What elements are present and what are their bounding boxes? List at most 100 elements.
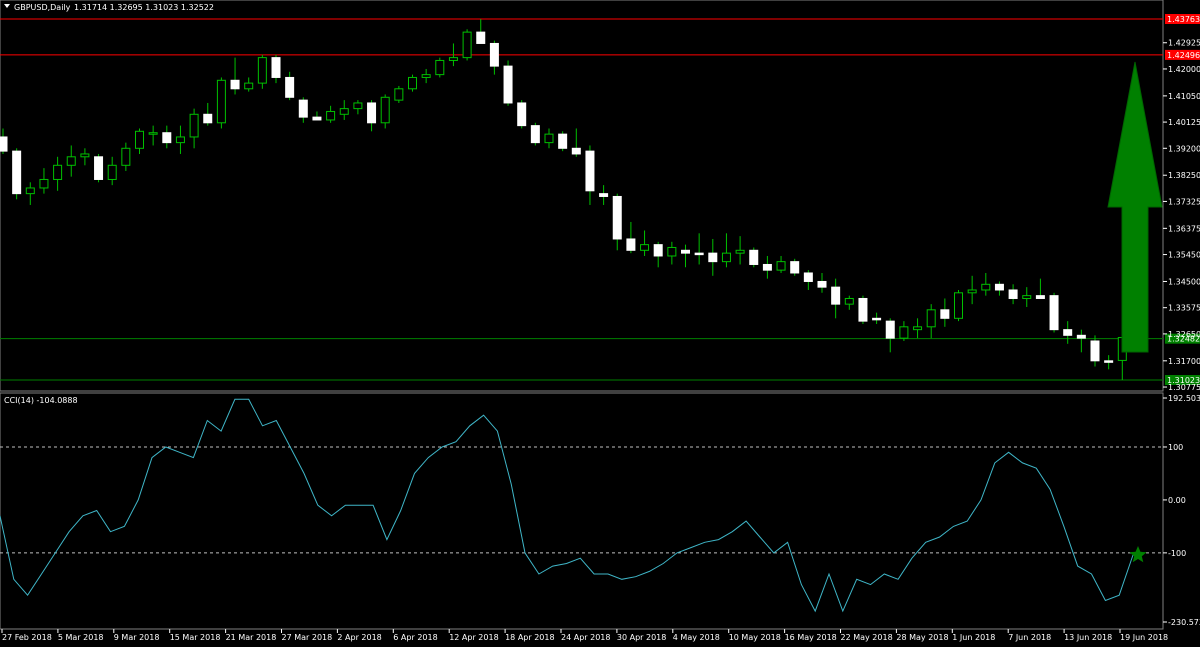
candle — [599, 185, 609, 205]
candle — [353, 100, 363, 115]
candle — [517, 100, 527, 129]
time-tick-label: 27 Feb 2018 — [2, 633, 52, 642]
candle-body — [858, 297, 868, 322]
candle — [872, 312, 882, 324]
candle-body — [530, 125, 540, 144]
candle — [1022, 287, 1032, 307]
time-tick-label: 12 Apr 2018 — [449, 633, 498, 642]
ohlc-label: 1.31714 1.32695 1.31023 1.32522 — [74, 3, 214, 12]
candle-body — [1035, 295, 1045, 299]
candle-body — [339, 108, 349, 115]
candle — [899, 321, 909, 341]
cci-tick-label: 100 — [1168, 443, 1183, 452]
candle-body — [107, 164, 117, 180]
candle — [721, 233, 731, 268]
time-tick-label: 4 May 2018 — [673, 633, 720, 642]
candle-body — [790, 261, 800, 274]
time-tick-label: 28 May 2018 — [896, 633, 948, 642]
candle — [476, 19, 486, 44]
candle-body — [421, 74, 431, 78]
candle — [380, 94, 390, 129]
candle-body — [749, 249, 759, 265]
candle — [858, 295, 868, 324]
candle — [1035, 278, 1045, 299]
candlestick-series — [0, 19, 1127, 380]
candle-body — [626, 238, 636, 251]
candle — [694, 233, 704, 265]
candle-body — [872, 317, 882, 321]
triangle-down-icon[interactable] — [4, 4, 10, 8]
price-tick-label: 1.41050 — [1168, 92, 1200, 101]
candle — [435, 57, 445, 78]
candle — [749, 247, 759, 268]
candle-body — [817, 280, 827, 288]
candle-body — [353, 102, 363, 110]
price-tick-label: 1.40125 — [1168, 118, 1200, 127]
candle — [981, 272, 991, 296]
candle-body — [326, 110, 336, 121]
price-tick-label: 1.42000 — [1168, 65, 1200, 74]
price-tick-label: 1.32650 — [1168, 330, 1200, 339]
candle-body — [476, 31, 486, 44]
candle-body — [380, 96, 390, 124]
candle-body — [544, 133, 554, 144]
candle-body — [121, 147, 131, 166]
candle-body — [148, 132, 158, 135]
candle — [394, 85, 404, 103]
candle — [708, 238, 718, 276]
candle-body — [189, 113, 199, 138]
candle-body — [394, 88, 404, 101]
candle — [285, 71, 295, 101]
price-tick-label: 1.38250 — [1168, 171, 1200, 180]
candle-body — [721, 252, 731, 263]
time-tick-label: 15 Mar 2018 — [170, 633, 221, 642]
candle — [558, 131, 568, 152]
candle — [681, 244, 690, 268]
horizontal-lines: 1.437631.424961.324821.31023 — [0, 14, 1200, 385]
cci-line-group — [0, 398, 1134, 613]
candle-body — [435, 59, 445, 76]
candle — [885, 318, 895, 353]
candle-body — [940, 309, 950, 319]
price-tick-label: 1.36375 — [1168, 224, 1200, 233]
up-arrow-icon — [1107, 61, 1163, 353]
price-tick-label: 1.37325 — [1168, 197, 1200, 206]
candle-body — [585, 150, 595, 192]
candle-body — [735, 249, 745, 254]
candle-body — [667, 246, 677, 257]
candle-body — [312, 116, 322, 121]
candle-body — [462, 31, 472, 59]
candle-body — [503, 65, 513, 104]
candle — [121, 142, 131, 171]
candle-body — [558, 133, 568, 149]
candle-body — [994, 283, 1004, 291]
candle-body — [448, 57, 458, 61]
candle — [80, 148, 90, 166]
candle — [626, 221, 636, 254]
candle-body — [135, 130, 144, 149]
time-tick-label: 27 Mar 2018 — [282, 633, 333, 642]
cci-axis: 192.5032 100 0.00 -100 -230.573 — [1163, 394, 1200, 627]
candle-body — [12, 150, 22, 195]
candle-body — [175, 136, 185, 144]
price-level-tag-text: 1.42496 — [1167, 51, 1200, 60]
candle — [175, 125, 185, 154]
time-tick-label: 13 Jun 2018 — [1064, 633, 1112, 642]
candle-body — [640, 244, 650, 251]
price-tick-label: 1.31700 — [1168, 357, 1200, 366]
candle-body — [885, 320, 895, 339]
candle-body — [271, 57, 281, 78]
candle — [831, 278, 841, 319]
candle-body — [954, 292, 963, 319]
cci-tick-label: -230.573 — [1168, 618, 1200, 627]
candle — [39, 168, 49, 194]
star-icon — [1129, 546, 1147, 563]
candle — [298, 97, 308, 123]
candle — [762, 255, 772, 279]
cci-tick-label: 192.5032 — [1168, 394, 1200, 403]
candle — [1063, 321, 1073, 344]
price-level-tag: 1.43763 — [1165, 14, 1200, 24]
candle — [421, 68, 431, 84]
candle-body — [94, 156, 104, 180]
candle — [1008, 284, 1018, 305]
